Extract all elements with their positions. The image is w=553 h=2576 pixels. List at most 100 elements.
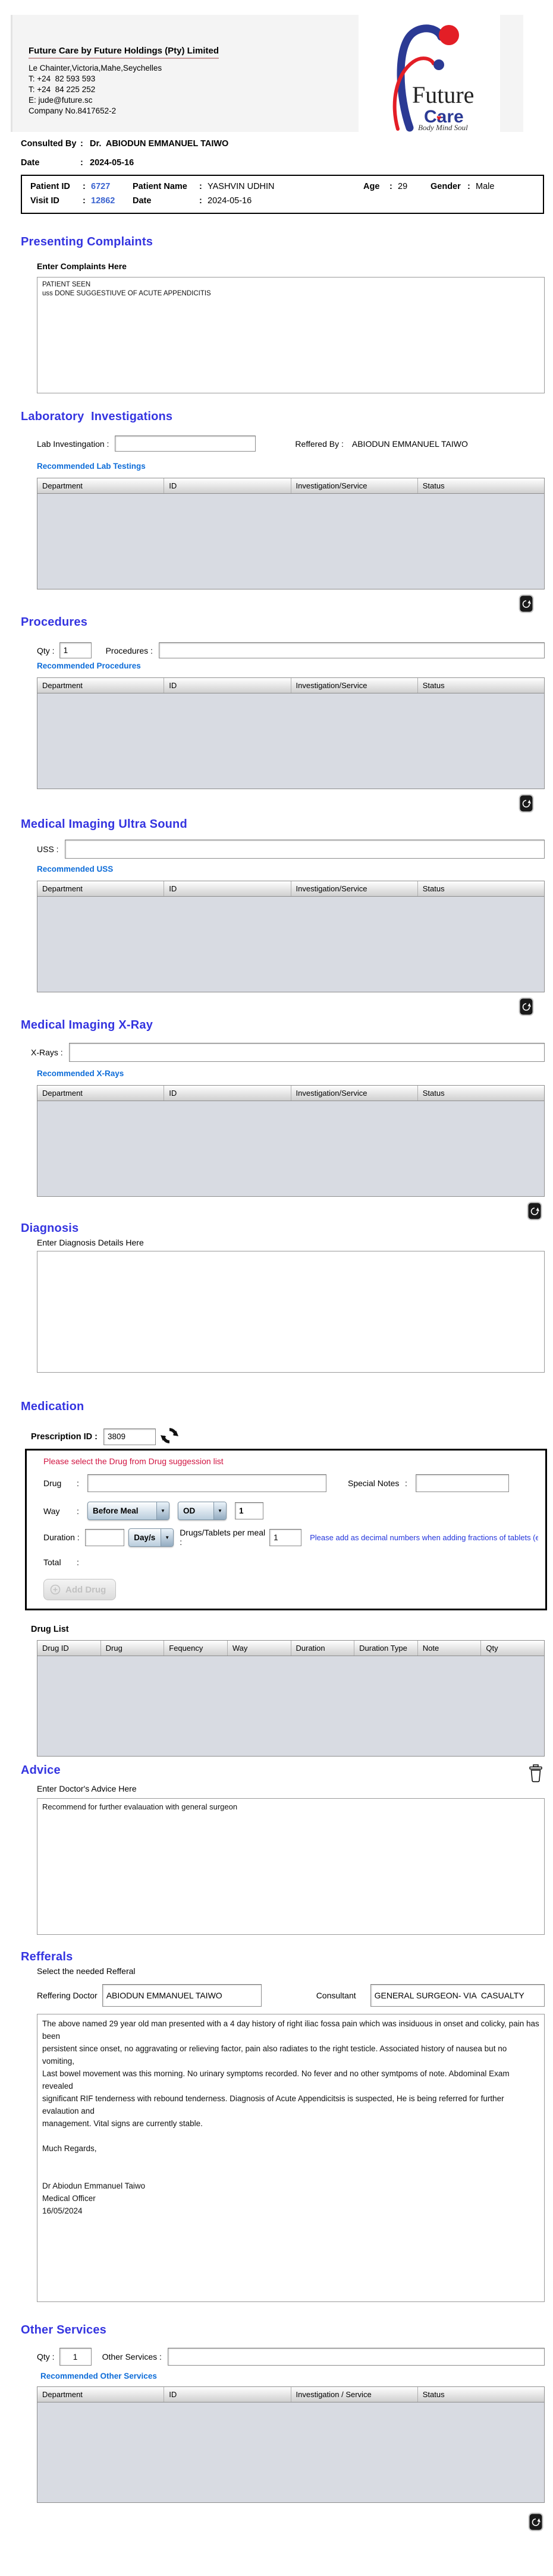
column-header: Status bbox=[422, 1089, 445, 1098]
referring-doctor-input[interactable] bbox=[102, 1984, 262, 2007]
clear-lab-table-button[interactable] bbox=[519, 594, 534, 613]
referral-letter-textarea[interactable]: The above named 29 year old man presente… bbox=[37, 2014, 545, 2302]
column-header: ID bbox=[164, 478, 291, 493]
table-body bbox=[37, 1656, 544, 1756]
section-title-presenting-complaints: Presenting Complaints bbox=[21, 235, 153, 248]
section-title-procedures: Procedures bbox=[21, 616, 88, 629]
column-header: Drug ID bbox=[37, 1641, 101, 1656]
procedures-input[interactable] bbox=[158, 642, 545, 658]
column-header: ID bbox=[164, 2387, 291, 2402]
age-label: Age bbox=[363, 182, 380, 191]
referred-by-value: ABIODUN EMMANUEL TAIWO bbox=[351, 439, 468, 449]
refresh-icon bbox=[161, 1428, 178, 1443]
trash-icon bbox=[519, 594, 534, 613]
complaints-textarea[interactable]: PATIENT SEEN uss DONE SUGGESTIUVE OF ACU… bbox=[37, 277, 545, 393]
other-services-table: Department ID Investigation / Service St… bbox=[37, 2386, 545, 2503]
column-header: Fequency bbox=[164, 1641, 228, 1656]
column-header: Status bbox=[422, 481, 445, 490]
procedures-qty-input[interactable] bbox=[59, 642, 92, 658]
lab-investigation-input[interactable] bbox=[115, 436, 256, 452]
colon: : bbox=[77, 1478, 79, 1488]
column-header: Status bbox=[422, 884, 445, 893]
table-body bbox=[37, 693, 544, 789]
clear-advice-button[interactable] bbox=[528, 1764, 543, 1783]
add-drug-label: Add Drug bbox=[65, 1584, 106, 1595]
duration-unit-value: Day/s bbox=[134, 1533, 156, 1542]
patient-id-label: Patient ID bbox=[30, 182, 70, 191]
colon: : bbox=[80, 158, 83, 168]
section-title-laboratory: Laboratory Investigations bbox=[21, 410, 173, 423]
special-notes-input[interactable] bbox=[416, 1474, 509, 1492]
column-header: Status bbox=[422, 2390, 445, 2399]
uss-input[interactable] bbox=[64, 840, 545, 859]
column-header: Investigation/Service bbox=[291, 1086, 418, 1101]
recommended-xray-link: Recommended X-Rays bbox=[37, 1069, 124, 1078]
meal-timing-dropdown[interactable]: Before Meal ▼ bbox=[87, 1502, 169, 1520]
xray-label: X-Rays : bbox=[31, 1048, 63, 1057]
xray-input[interactable] bbox=[68, 1043, 545, 1062]
table-header-row: Department ID Investigation/Service Stat… bbox=[37, 1086, 544, 1101]
column-header: ID bbox=[164, 881, 291, 896]
consulted-by-value: Dr. ABIODUN EMMANUEL TAIWO bbox=[90, 139, 229, 149]
section-title-ultrasound: Medical Imaging Ultra Sound bbox=[21, 818, 187, 831]
uss-field-row: USS : bbox=[37, 840, 545, 859]
other-services-input[interactable] bbox=[167, 2348, 545, 2366]
colon: : bbox=[405, 1478, 407, 1488]
column-header: ID bbox=[164, 678, 291, 693]
diagnosis-label: Enter Diagnosis Details Here bbox=[37, 1238, 144, 1247]
section-title-referrals: Refferals bbox=[21, 1950, 73, 1963]
medication-entry-box: Please select the Drug from Drug suggess… bbox=[25, 1449, 547, 1610]
lab-investigation-label: Lab Investingation : bbox=[37, 439, 109, 449]
colon: : bbox=[77, 1506, 79, 1516]
table-body bbox=[37, 1101, 544, 1196]
column-header: Department bbox=[37, 1086, 165, 1101]
xray-trash-row bbox=[0, 1202, 542, 1221]
xray-field-row: X-Rays : bbox=[31, 1043, 545, 1062]
colon: : bbox=[77, 1557, 79, 1567]
referred-by-label: Reffered By : bbox=[295, 439, 344, 449]
duration-row: Duration : Day/s ▼ Drugs/Tablets per mea… bbox=[43, 1528, 538, 1547]
lab-field-row: Lab Investingation : Reffered By : ABIOD… bbox=[37, 436, 545, 452]
column-header: Drug bbox=[101, 1641, 165, 1656]
diagnosis-textarea[interactable] bbox=[37, 1251, 545, 1373]
clear-other-services-table-button[interactable] bbox=[528, 2512, 543, 2531]
prescription-id-input[interactable] bbox=[103, 1428, 156, 1445]
per-meal-input[interactable] bbox=[269, 1528, 302, 1546]
age-value: 29 bbox=[398, 182, 408, 191]
clear-procedures-table-button[interactable] bbox=[519, 794, 534, 813]
logo-graphic: Future Care ♥ Body Mind Soul bbox=[392, 24, 474, 132]
refresh-prescription-button[interactable] bbox=[161, 1427, 178, 1446]
clear-xray-table-button[interactable] bbox=[527, 1202, 542, 1221]
column-header: Department bbox=[37, 881, 165, 896]
duration-input[interactable] bbox=[85, 1528, 125, 1546]
plus-circle-icon bbox=[50, 1584, 61, 1595]
colon: : bbox=[80, 139, 83, 149]
visit-id-value: 12862 bbox=[91, 196, 115, 206]
table-header-row: Department ID Investigation/Service Stat… bbox=[37, 881, 544, 897]
table-header-row: Department ID Investigation/Service Stat… bbox=[37, 478, 544, 494]
section-title-other-services: Other Services bbox=[21, 2323, 106, 2337]
chevron-down-icon: ▼ bbox=[213, 1502, 226, 1519]
frequency-dropdown[interactable]: OD ▼ bbox=[178, 1502, 227, 1520]
drug-input[interactable] bbox=[87, 1474, 326, 1492]
referral-subtitle: Select the needed Refferal bbox=[37, 1966, 136, 1976]
column-header: ID bbox=[164, 1086, 291, 1101]
clear-uss-table-button[interactable] bbox=[519, 997, 534, 1016]
gender-label: Gender bbox=[431, 182, 461, 191]
patient-name-label: Patient Name bbox=[133, 182, 187, 191]
duration-unit-dropdown[interactable]: Day/s ▼ bbox=[128, 1528, 174, 1547]
procedures-table: Department ID Investigation/Service Stat… bbox=[37, 677, 545, 789]
uss-trash-row bbox=[0, 997, 534, 1016]
patient-row-2: Visit ID : 12862 Date : 2024-05-16 bbox=[30, 196, 535, 206]
drug-suggestion-hint: Please select the Drug from Drug suggess… bbox=[43, 1456, 224, 1466]
patient-id-value: 6727 bbox=[91, 182, 111, 191]
other-services-qty-input[interactable] bbox=[59, 2348, 92, 2366]
way-qty-input[interactable] bbox=[235, 1502, 263, 1519]
meal-timing-value: Before Meal bbox=[93, 1506, 139, 1515]
column-header: Status bbox=[422, 681, 445, 690]
referring-doctor-label: Reffering Doctor bbox=[37, 1991, 98, 2000]
advice-textarea[interactable]: Recommend for further evalauation with g… bbox=[37, 1798, 545, 1935]
consultant-input[interactable] bbox=[370, 1984, 545, 2007]
add-drug-button[interactable]: Add Drug bbox=[43, 1579, 116, 1600]
drug-label: Drug bbox=[43, 1478, 62, 1488]
